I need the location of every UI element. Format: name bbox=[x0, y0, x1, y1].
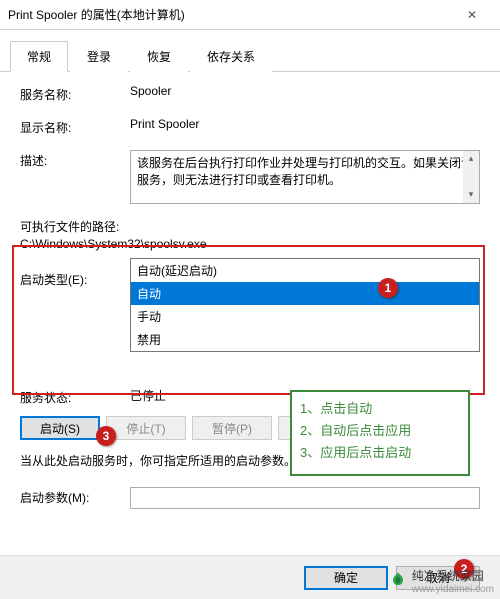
watermark-text: 纯净系统家园 www.yidaimei.com bbox=[412, 567, 494, 595]
row-display-name: 显示名称: Print Spooler bbox=[20, 117, 480, 136]
tab-dependencies[interactable]: 依存关系 bbox=[190, 41, 272, 72]
description-textbox[interactable]: 该服务在后台执行打印作业并处理与打印机的交互。如果关闭该服务，则无法进行打印或查… bbox=[130, 150, 480, 204]
dropdown-item-disabled[interactable]: 禁用 bbox=[131, 328, 479, 351]
stop-button: 停止(T) bbox=[106, 416, 186, 440]
close-icon: ✕ bbox=[467, 8, 477, 22]
ok-button-label: 确定 bbox=[334, 569, 358, 586]
service-status-label: 服务状态: bbox=[20, 387, 130, 406]
description-text: 该服务在后台执行打印作业并处理与打印机的交互。如果关闭该服务，则无法进行打印或查… bbox=[137, 156, 473, 187]
note-line-2: 2、自动后点击应用 bbox=[300, 420, 460, 442]
note-line-1: 1、点击自动 bbox=[300, 398, 460, 420]
row-description: 描述: 该服务在后台执行打印作业并处理与打印机的交互。如果关闭该服务，则无法进行… bbox=[20, 150, 480, 204]
watermark-brand: 纯净系统家园 bbox=[412, 567, 494, 584]
service-name-value: Spooler bbox=[130, 84, 480, 98]
display-name-label: 显示名称: bbox=[20, 117, 130, 136]
tab-dependencies-label: 依存关系 bbox=[207, 50, 255, 64]
description-label: 描述: bbox=[20, 150, 130, 169]
row-service-name: 服务名称: Spooler bbox=[20, 84, 480, 103]
tab-logon[interactable]: 登录 bbox=[70, 41, 128, 72]
scroll-down-icon[interactable]: ▾ bbox=[463, 187, 479, 203]
tab-recovery[interactable]: 恢复 bbox=[130, 41, 188, 72]
stop-button-label: 停止(T) bbox=[126, 420, 165, 437]
tab-strip: 常规 登录 恢复 依存关系 bbox=[0, 30, 500, 72]
tab-logon-label: 登录 bbox=[87, 50, 111, 64]
watermark: 纯净系统家园 www.yidaimei.com bbox=[382, 563, 500, 599]
dropdown-item-label: 禁用 bbox=[137, 333, 161, 347]
scroll-up-icon[interactable]: ▴ bbox=[463, 151, 479, 167]
tab-general[interactable]: 常规 bbox=[10, 41, 68, 72]
dropdown-item-auto[interactable]: 自动 bbox=[131, 282, 479, 305]
ok-button[interactable]: 确定 bbox=[304, 566, 388, 590]
note-line-3: 3、应用后点击启动 bbox=[300, 442, 460, 464]
dropdown-item-label: 手动 bbox=[137, 310, 161, 324]
dropdown-item-label: 自动 bbox=[137, 287, 161, 301]
start-button[interactable]: 启动(S) bbox=[20, 416, 100, 440]
annotation-marker-1: 1 bbox=[378, 278, 398, 298]
dropdown-item-label: 自动(延迟启动) bbox=[137, 264, 217, 278]
startup-type-dropdown[interactable]: 自动(延迟启动) 自动 手动 禁用 bbox=[130, 258, 480, 352]
watermark-url: www.yidaimei.com bbox=[412, 584, 494, 595]
description-scrollbar[interactable]: ▴ ▾ bbox=[463, 151, 479, 203]
pause-button: 暂停(P) bbox=[192, 416, 272, 440]
start-button-label: 启动(S) bbox=[40, 420, 80, 437]
row-start-params: 启动参数(M): bbox=[20, 487, 480, 509]
start-param-input[interactable] bbox=[130, 487, 480, 509]
service-name-label: 服务名称: bbox=[20, 84, 130, 103]
tab-recovery-label: 恢复 bbox=[147, 50, 171, 64]
tab-general-label: 常规 bbox=[27, 50, 51, 64]
annotation-marker-3: 3 bbox=[96, 426, 116, 446]
display-name-value: Print Spooler bbox=[130, 117, 480, 131]
annotation-note-box: 1、点击自动 2、自动后点击应用 3、应用后点击启动 bbox=[290, 390, 470, 476]
dropdown-item-manual[interactable]: 手动 bbox=[131, 305, 479, 328]
dropdown-item-auto-delayed[interactable]: 自动(延迟启动) bbox=[131, 259, 479, 282]
watermark-logo-icon bbox=[388, 571, 408, 591]
close-button[interactable]: ✕ bbox=[452, 5, 492, 25]
exe-path-label: 可执行文件的路径: bbox=[20, 218, 480, 235]
start-param-label: 启动参数(M): bbox=[20, 487, 130, 506]
title-bar: Print Spooler 的属性(本地计算机) ✕ bbox=[0, 0, 500, 30]
exe-path-value: C:\Windows\System32\spoolsv.exe bbox=[20, 237, 480, 251]
window-title: Print Spooler 的属性(本地计算机) bbox=[8, 6, 452, 23]
startup-type-label: 启动类型(E): bbox=[20, 269, 130, 288]
pause-button-label: 暂停(P) bbox=[212, 420, 252, 437]
